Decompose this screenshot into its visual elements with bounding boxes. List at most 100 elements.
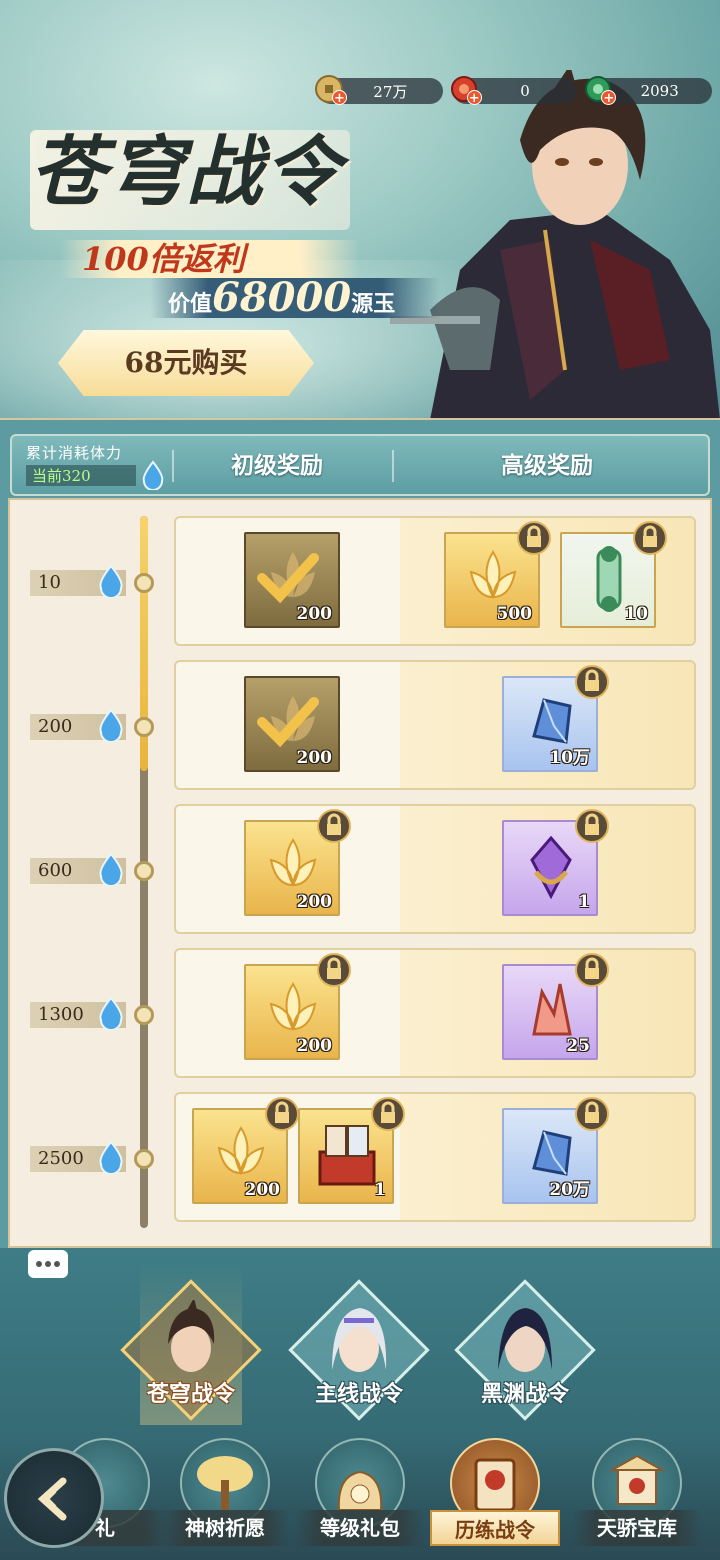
water-drop-icon xyxy=(99,996,123,1030)
tab-heiyuan-pass[interactable]: 黑渊战令 xyxy=(450,1279,600,1430)
jade-amount: 2093 xyxy=(640,82,679,100)
silver-hair-portrait-icon xyxy=(332,1308,387,1372)
reward-header: 累计消耗体力 当前320 初级奖励 高级奖励 xyxy=(10,434,710,496)
reward-item-locked[interactable]: 20万 xyxy=(502,1097,609,1204)
reward-row: 200 1 20万 xyxy=(174,1092,696,1222)
red-gem-amount: 0 xyxy=(520,82,530,100)
level-node xyxy=(134,1005,154,1025)
lock-icon xyxy=(633,521,667,555)
currency-bar: + 27万 + 0 + 2093 xyxy=(315,75,713,106)
item-qty: 10 xyxy=(624,604,648,624)
back-button[interactable] xyxy=(4,1448,104,1548)
reward-item-claimed[interactable]: 200 xyxy=(244,532,340,628)
item-qty: 1 xyxy=(578,892,590,912)
value-prefix: 价值 xyxy=(168,291,213,317)
header-divider xyxy=(392,450,394,482)
nav-treasury[interactable]: 天骄宝库 xyxy=(572,1438,702,1560)
nav-label: 神树祈愿 xyxy=(160,1510,290,1546)
water-drop-icon xyxy=(99,852,123,886)
add-jade-icon[interactable]: + xyxy=(601,90,617,106)
stamina-current: 当前320 xyxy=(26,465,136,486)
level-node xyxy=(134,717,154,737)
bottom-nav: 礼 神树祈愿 等级礼包 历练战令 天骄宝库 xyxy=(0,1438,720,1560)
lock-icon xyxy=(371,1097,405,1131)
lock-icon xyxy=(265,1097,299,1131)
pass-tabs: 苍穹战令 主线战令 黑渊战令 xyxy=(0,1279,720,1440)
reward-item-locked[interactable]: 1 xyxy=(298,1097,405,1204)
lock-icon xyxy=(575,953,609,987)
chat-button[interactable] xyxy=(28,1250,68,1278)
item-qty: 10万 xyxy=(549,748,590,768)
reward-panel: 累计消耗体力 当前320 初级奖励 高级奖励 10 200 500 10 200… xyxy=(0,418,720,1248)
item-qty: 1 xyxy=(374,1180,386,1200)
item-qty: 200 xyxy=(296,748,333,768)
battle-pass-banner: + 27万 + 0 + 2093 苍穹战令 100倍返利 价值68000源玉 6… xyxy=(0,0,720,420)
nav-label: 天骄宝库 xyxy=(572,1510,702,1546)
level-node xyxy=(134,861,154,881)
chat-dot xyxy=(45,1261,51,1267)
nav-label: 历练战令 xyxy=(430,1510,560,1546)
reward-item-locked[interactable]: 10 xyxy=(560,521,667,628)
reward-item-locked[interactable]: 25 xyxy=(502,953,609,1060)
reward-row: 200 25 xyxy=(174,948,696,1078)
tab-label: 苍穹战令 xyxy=(146,1381,235,1407)
water-drop-icon xyxy=(142,460,164,490)
coin-amount: 27万 xyxy=(373,82,408,101)
tab-main-pass[interactable]: 主线战令 xyxy=(284,1279,434,1430)
lock-icon xyxy=(575,809,609,843)
lock-icon xyxy=(575,1097,609,1131)
water-drop-icon xyxy=(99,1140,123,1174)
item-qty: 200 xyxy=(244,1180,281,1200)
reward-row: 200 10万 xyxy=(174,660,696,790)
level-node xyxy=(134,1149,154,1169)
dark-hair-portrait-icon xyxy=(498,1308,552,1372)
item-qty: 200 xyxy=(296,604,333,624)
value-amount: 68000 xyxy=(212,274,352,321)
nav-level-pack[interactable]: 等级礼包 xyxy=(295,1438,425,1560)
stamina-counter: 累计消耗体力 当前320 xyxy=(26,442,166,492)
advanced-reward-header: 高级奖励 xyxy=(501,452,593,479)
nav-tree-wish[interactable]: 神树祈愿 xyxy=(160,1438,290,1560)
reward-row: 200 1 xyxy=(174,804,696,934)
reward-item-locked[interactable]: 200 xyxy=(244,953,351,1060)
add-red-gem-icon[interactable]: + xyxy=(466,90,482,106)
buy-button[interactable]: 68元购买 xyxy=(58,330,314,396)
item-qty: 20万 xyxy=(549,1180,590,1200)
check-icon xyxy=(257,697,319,748)
reward-item-claimed[interactable]: 200 xyxy=(244,676,340,772)
check-icon xyxy=(257,553,319,604)
item-qty: 500 xyxy=(496,604,533,624)
lock-icon xyxy=(575,665,609,699)
water-drop-icon xyxy=(99,564,123,598)
currency-coin[interactable]: + 27万 xyxy=(315,75,443,106)
lock-icon xyxy=(317,953,351,987)
currency-jade[interactable]: + 2093 xyxy=(585,76,713,106)
nav-training-pass[interactable]: 历练战令 xyxy=(430,1438,560,1560)
currency-red-gem[interactable]: + 0 xyxy=(450,76,578,106)
tab-cangqiong-pass[interactable]: 苍穹战令 xyxy=(116,1279,266,1430)
value-text: 价值68000源玉 xyxy=(150,278,440,318)
reward-item-locked[interactable]: 200 xyxy=(192,1097,299,1204)
value-suffix: 源玉 xyxy=(351,291,396,317)
reward-row: 200 500 10 xyxy=(174,516,696,646)
reward-list[interactable]: 10 200 500 10 200 200 10万 600 200 1 1300… xyxy=(8,498,712,1248)
lock-icon xyxy=(317,809,351,843)
tab-label: 主线战令 xyxy=(314,1381,403,1407)
page-title: 苍穹战令 xyxy=(30,127,342,216)
header-divider xyxy=(172,450,174,482)
item-qty: 200 xyxy=(296,1036,333,1056)
tab-label: 黑渊战令 xyxy=(480,1381,569,1407)
reward-item-locked[interactable]: 1 xyxy=(502,809,609,916)
reward-item-locked[interactable]: 200 xyxy=(244,809,351,916)
chat-dot xyxy=(36,1261,42,1267)
back-arrow-icon xyxy=(37,1477,67,1521)
hero-character-illustration xyxy=(390,70,720,420)
level-node xyxy=(134,573,154,593)
chat-dot xyxy=(54,1261,60,1267)
item-qty: 25 xyxy=(566,1036,590,1056)
lock-icon xyxy=(517,521,551,555)
reward-item-locked[interactable]: 10万 xyxy=(502,665,609,772)
add-coin-icon[interactable]: + xyxy=(332,90,347,106)
reward-item-locked[interactable]: 500 xyxy=(444,521,551,628)
rebate-text: 100倍返利 xyxy=(60,240,360,278)
